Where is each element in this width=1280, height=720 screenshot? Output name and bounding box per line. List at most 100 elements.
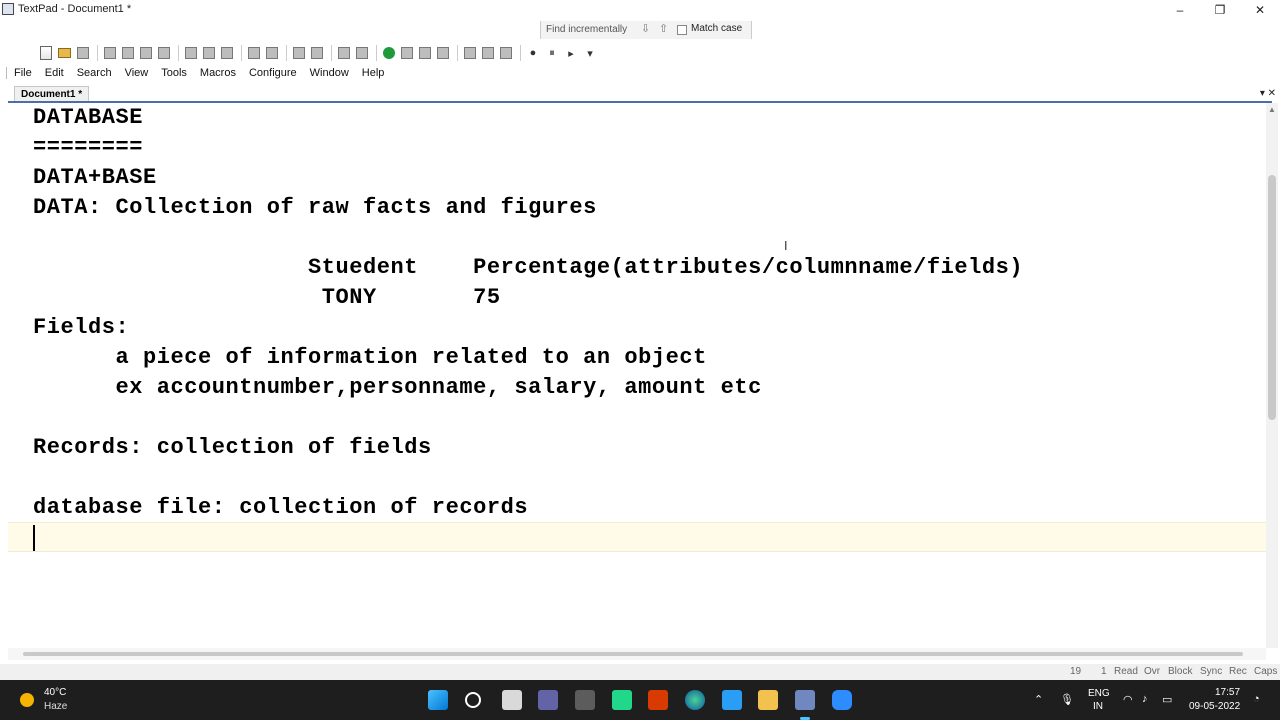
folder-icon[interactable] xyxy=(758,690,778,710)
toolbar-separator xyxy=(286,45,287,61)
record-macro-icon[interactable]: ● xyxy=(525,45,541,61)
visible-spaces-icon[interactable] xyxy=(356,47,368,59)
start-icon[interactable] xyxy=(428,690,448,710)
redo-icon[interactable] xyxy=(266,47,278,59)
menu-help[interactable]: Help xyxy=(362,64,385,82)
browser-icon[interactable] xyxy=(383,47,395,59)
toolbar-separator xyxy=(520,45,521,61)
tab-document1[interactable]: Document1 * xyxy=(14,86,90,101)
menu-search[interactable]: Search xyxy=(77,64,112,82)
word-wrap-icon[interactable] xyxy=(338,47,350,59)
replace-icon[interactable] xyxy=(482,47,494,59)
print-icon[interactable] xyxy=(104,47,116,59)
menu-grip xyxy=(6,67,7,79)
editor-line: Fields: xyxy=(33,315,130,340)
language-region[interactable]: IN xyxy=(1093,701,1103,712)
text-caret xyxy=(33,525,35,551)
windows-taskbar: 40°C Haze ⌃ 🎙 ENG IN ◠ ♪ ▭ 17:57 09-05-2… xyxy=(0,680,1280,720)
editor-line: Stuedent Percentage(attributes/columnnam… xyxy=(33,255,1024,280)
close-button[interactable]: ✕ xyxy=(1240,0,1280,20)
editor-line: database file: collection of records xyxy=(33,495,529,520)
editor-line: ex accountnumber,personname, salary, amo… xyxy=(33,375,762,400)
vscode-icon[interactable] xyxy=(722,690,742,710)
search-icon[interactable] xyxy=(465,692,481,708)
tab-controls[interactable]: ▾ ✕ xyxy=(1260,86,1276,101)
zoom-icon[interactable] xyxy=(832,690,852,710)
horizontal-scrollbar[interactable] xyxy=(8,648,1266,660)
battery-icon[interactable]: ▭ xyxy=(1162,693,1172,706)
vertical-scroll-thumb[interactable] xyxy=(1268,175,1276,420)
save-icon[interactable] xyxy=(77,47,89,59)
menu-view[interactable]: View xyxy=(125,64,149,82)
text-editor[interactable]: DATABASE ======== DATA+BASE DATA: Collec… xyxy=(8,103,1266,648)
outdent-icon[interactable] xyxy=(311,47,323,59)
find-bar: Find incrementally ⇩ ⇧ Match case xyxy=(540,21,752,39)
document-tab-row: Document1 * ▾ ✕ xyxy=(0,86,1280,101)
menu-tools[interactable]: Tools xyxy=(161,64,187,82)
menu-file[interactable]: File xyxy=(14,64,32,82)
menu-bar: File Edit Search View Tools Macros Confi… xyxy=(0,64,1280,82)
wifi-icon[interactable]: ◠ xyxy=(1123,693,1133,706)
scroll-up-icon[interactable]: ▲ xyxy=(1268,105,1276,114)
volume-icon[interactable]: ♪ xyxy=(1142,693,1148,705)
match-case-label: Match case xyxy=(691,23,743,34)
new-document-icon[interactable] xyxy=(40,46,52,60)
language-indicator[interactable]: ENG xyxy=(1088,688,1110,699)
status-caps: Caps xyxy=(1254,666,1278,677)
window-title: TextPad - Document1 * xyxy=(18,3,132,15)
current-line-highlight xyxy=(8,522,1266,552)
compare-icon[interactable] xyxy=(437,47,449,59)
find-next-icon[interactable]: ⇧ xyxy=(659,22,668,35)
clock-date[interactable]: 09-05-2022 xyxy=(1189,701,1240,712)
toolbar-overflow-icon[interactable]: ▾ xyxy=(582,45,598,61)
find-in-files-icon[interactable] xyxy=(500,47,512,59)
horizontal-scroll-thumb[interactable] xyxy=(23,652,1243,656)
status-ovr: Ovr xyxy=(1144,666,1161,677)
find-incrementally-input[interactable]: Find incrementally xyxy=(546,23,634,37)
menu-macros[interactable]: Macros xyxy=(200,64,236,82)
editor-line: DATA+BASE xyxy=(33,165,157,190)
textpad-icon[interactable] xyxy=(795,690,815,720)
office-icon[interactable] xyxy=(648,690,668,710)
weather-icon[interactable] xyxy=(20,693,34,707)
task-view-icon[interactable] xyxy=(502,690,522,710)
print-preview-icon[interactable] xyxy=(122,47,134,59)
status-rec: Rec xyxy=(1229,666,1247,677)
status-read: Read xyxy=(1114,666,1138,677)
toolbar-separator xyxy=(97,45,98,61)
microphone-icon[interactable]: 🎙 xyxy=(1060,693,1074,706)
play-macro-icon[interactable]: ▸ xyxy=(563,45,579,61)
spelling-icon[interactable] xyxy=(401,47,413,59)
toolbar-separator xyxy=(457,45,458,61)
clock-time[interactable]: 17:57 xyxy=(1215,687,1240,698)
weather-temperature[interactable]: 40°C xyxy=(44,687,66,698)
notifications-icon[interactable]: ◔ xyxy=(1253,693,1260,705)
maximize-button[interactable]: ❐ xyxy=(1200,0,1240,20)
sort-icon[interactable] xyxy=(419,47,431,59)
toolbar-separator xyxy=(178,45,179,61)
find-icon[interactable] xyxy=(464,47,476,59)
weather-condition[interactable]: Haze xyxy=(44,701,67,712)
indent-icon[interactable] xyxy=(293,47,305,59)
status-bar: 19 1 Read Ovr Block Sync Rec Caps xyxy=(0,664,1280,680)
menu-edit[interactable]: Edit xyxy=(45,64,64,82)
show-hidden-icons-icon[interactable]: ⌃ xyxy=(1034,693,1043,706)
camera-icon[interactable] xyxy=(575,690,595,710)
find-previous-icon[interactable]: ⇩ xyxy=(641,22,650,35)
minimize-button[interactable]: – xyxy=(1160,0,1200,20)
undo-icon[interactable] xyxy=(248,47,260,59)
match-case-checkbox[interactable] xyxy=(677,25,687,35)
copy-icon[interactable] xyxy=(203,47,215,59)
page-setup-icon[interactable] xyxy=(140,47,152,59)
pause-macro-icon[interactable]: ⏸ xyxy=(544,45,560,61)
menu-window[interactable]: Window xyxy=(310,64,349,82)
pycharm-icon[interactable] xyxy=(612,690,632,710)
save-all-icon[interactable] xyxy=(158,47,170,59)
cut-icon[interactable] xyxy=(185,47,197,59)
edge-icon[interactable] xyxy=(685,690,705,710)
menu-configure[interactable]: Configure xyxy=(249,64,297,82)
teams-icon[interactable] xyxy=(538,690,558,710)
vertical-scrollbar[interactable]: ▲ xyxy=(1266,103,1278,648)
paste-icon[interactable] xyxy=(221,47,233,59)
open-folder-icon[interactable] xyxy=(58,48,71,58)
